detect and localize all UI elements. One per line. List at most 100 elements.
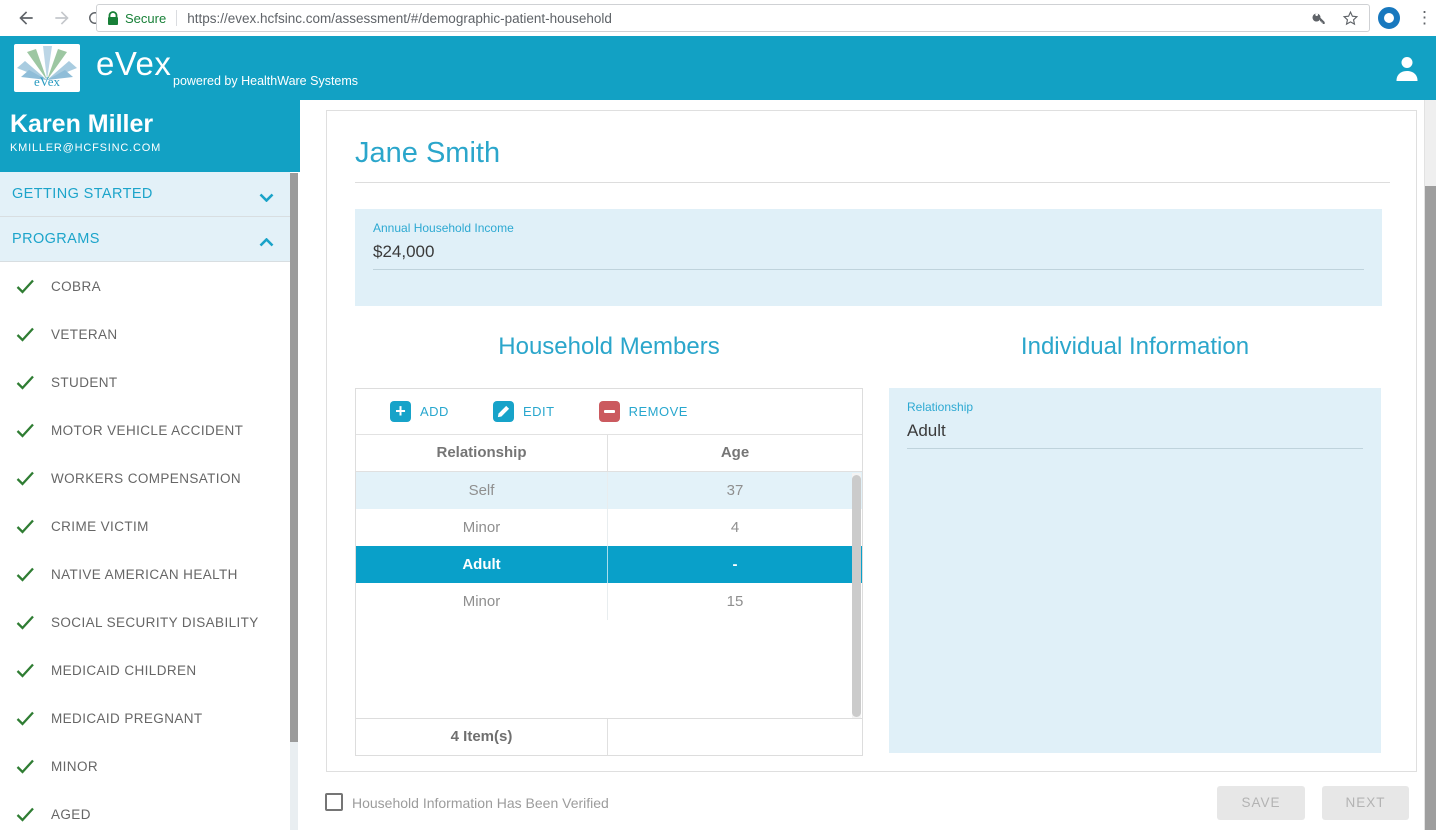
table-scrollbar[interactable] bbox=[852, 473, 861, 719]
back-icon[interactable] bbox=[16, 8, 36, 28]
table-scrollbar-thumb[interactable] bbox=[852, 475, 861, 717]
sidebar-program-item[interactable]: CRIME VICTIM bbox=[0, 502, 290, 550]
check-icon bbox=[16, 663, 35, 678]
edit-label: EDIT bbox=[523, 404, 555, 419]
sidebar-user-name: Karen Miller bbox=[10, 110, 300, 139]
household-table: + ADD EDIT REMOVE Relationship Age bbox=[355, 388, 863, 756]
evex-logo: eVex bbox=[14, 44, 80, 92]
relationship-input-underline bbox=[907, 448, 1363, 449]
program-label: SOCIAL SECURITY DISABILITY bbox=[51, 615, 259, 630]
check-icon bbox=[16, 567, 35, 582]
sidebar-program-item[interactable]: WORKERS COMPENSATION bbox=[0, 454, 290, 502]
sidebar-program-item[interactable]: VETERAN bbox=[0, 310, 290, 358]
item-count: 4 Item(s) bbox=[356, 719, 608, 755]
sidebar-program-item[interactable]: SOCIAL SECURITY DISABILITY bbox=[0, 598, 290, 646]
url-separator bbox=[176, 10, 177, 26]
sidebar-program-item[interactable]: AGED bbox=[0, 790, 290, 830]
check-icon bbox=[16, 471, 35, 486]
program-label: STUDENT bbox=[51, 375, 118, 390]
section-label: GETTING STARTED bbox=[12, 186, 153, 202]
sidebar-section-getting-started[interactable]: GETTING STARTED bbox=[0, 172, 290, 217]
security-label: Secure bbox=[125, 11, 166, 26]
save-button[interactable]: SAVE bbox=[1217, 786, 1305, 820]
logo-text: eVex bbox=[34, 74, 60, 90]
add-label: ADD bbox=[420, 404, 449, 419]
app-header: eVex eVex powered by HealthWare Systems bbox=[0, 36, 1436, 100]
remove-label: REMOVE bbox=[629, 404, 688, 419]
cell-relationship: Minor bbox=[356, 509, 608, 546]
verified-checkbox[interactable] bbox=[325, 793, 343, 811]
page-scrollbar-thumb[interactable] bbox=[1425, 186, 1436, 830]
check-icon bbox=[16, 807, 35, 822]
table-row[interactable]: Self 37 bbox=[356, 472, 862, 509]
program-label: WORKERS COMPENSATION bbox=[51, 471, 241, 486]
chevron-down-icon bbox=[259, 190, 274, 206]
relationship-input[interactable]: Adult bbox=[907, 421, 1363, 441]
table-row[interactable]: Adult - bbox=[356, 546, 862, 583]
sidebar-program-item[interactable]: COBRA bbox=[0, 262, 290, 310]
edit-button[interactable]: EDIT bbox=[493, 401, 555, 422]
sidebar-scrollbar-thumb[interactable] bbox=[290, 173, 298, 742]
sidebar-program-item[interactable]: NATIVE AMERICAN HEALTH bbox=[0, 550, 290, 598]
income-panel: Annual Household Income $24,000 bbox=[355, 209, 1382, 306]
remove-button[interactable]: REMOVE bbox=[599, 401, 688, 422]
sidebar-program-item[interactable]: STUDENT bbox=[0, 358, 290, 406]
cell-relationship: Adult bbox=[356, 546, 608, 583]
page-scrollbar[interactable] bbox=[1424, 100, 1436, 830]
user-profile-icon[interactable] bbox=[1392, 53, 1422, 88]
income-input[interactable]: $24,000 bbox=[373, 242, 1364, 262]
check-icon bbox=[16, 327, 35, 342]
program-label: COBRA bbox=[51, 279, 101, 294]
next-button[interactable]: NEXT bbox=[1322, 786, 1409, 820]
table-header-row: Relationship Age bbox=[356, 435, 862, 472]
minus-icon bbox=[599, 401, 620, 422]
verified-checkbox-label: Household Information Has Been Verified bbox=[352, 795, 609, 811]
individual-information-panel: Relationship Adult bbox=[889, 388, 1381, 753]
check-icon bbox=[16, 711, 35, 726]
lock-icon bbox=[107, 11, 119, 26]
check-icon bbox=[16, 759, 35, 774]
profile-circle-icon[interactable] bbox=[1378, 7, 1400, 29]
chevron-up-icon bbox=[259, 235, 274, 251]
program-list: COBRA VETERAN STUDENT MOTOR VEHI bbox=[0, 262, 300, 830]
sidebar-scrollbar[interactable] bbox=[290, 173, 298, 830]
column-header-relationship: Relationship bbox=[356, 435, 608, 471]
pencil-icon bbox=[493, 401, 514, 422]
menu-dots-icon[interactable]: ⋮ bbox=[1416, 6, 1433, 30]
sidebar-program-item[interactable]: MINOR bbox=[0, 742, 290, 790]
sidebar: Karen Miller KMILLER@HCFSINC.COM GETTING… bbox=[0, 100, 300, 830]
income-input-underline bbox=[373, 269, 1364, 270]
forward-icon[interactable] bbox=[52, 8, 72, 28]
program-label: NATIVE AMERICAN HEALTH bbox=[51, 567, 238, 582]
star-icon[interactable] bbox=[1342, 10, 1359, 27]
program-label: AGED bbox=[51, 807, 91, 822]
program-label: VETERAN bbox=[51, 327, 118, 342]
cell-age: 4 bbox=[608, 509, 862, 546]
add-icon: + bbox=[390, 401, 411, 422]
powered-by-text: powered by HealthWare Systems bbox=[173, 74, 358, 88]
cell-relationship: Self bbox=[356, 472, 608, 509]
income-label: Annual Household Income bbox=[373, 221, 1364, 235]
table-footer-row: 4 Item(s) bbox=[356, 718, 862, 755]
column-header-age: Age bbox=[608, 435, 862, 471]
check-icon bbox=[16, 615, 35, 630]
page-title: Jane Smith bbox=[355, 137, 500, 170]
address-bar[interactable]: Secure https://evex.hcfsinc.com/assessme… bbox=[96, 4, 1370, 32]
sidebar-program-item[interactable]: MEDICAID CHILDREN bbox=[0, 646, 290, 694]
app-name: eVex bbox=[96, 45, 171, 83]
key-icon[interactable] bbox=[1312, 10, 1328, 26]
sidebar-user-email: KMILLER@HCFSINC.COM bbox=[10, 142, 300, 154]
sidebar-section-programs[interactable]: PROGRAMS bbox=[0, 217, 290, 262]
household-members-title: Household Members bbox=[355, 333, 863, 361]
program-label: MEDICAID CHILDREN bbox=[51, 663, 197, 678]
sidebar-program-item[interactable]: MEDICAID PREGNANT bbox=[0, 694, 290, 742]
add-button[interactable]: + ADD bbox=[390, 401, 449, 422]
check-icon bbox=[16, 519, 35, 534]
sidebar-user-block: Karen Miller KMILLER@HCFSINC.COM bbox=[0, 100, 300, 172]
relationship-label: Relationship bbox=[907, 400, 1363, 414]
url-text: https://evex.hcfsinc.com/assessment/#/de… bbox=[187, 11, 1312, 26]
table-row[interactable]: Minor 15 bbox=[356, 583, 862, 620]
program-label: CRIME VICTIM bbox=[51, 519, 149, 534]
sidebar-program-item[interactable]: MOTOR VEHICLE ACCIDENT bbox=[0, 406, 290, 454]
table-row[interactable]: Minor 4 bbox=[356, 509, 862, 546]
